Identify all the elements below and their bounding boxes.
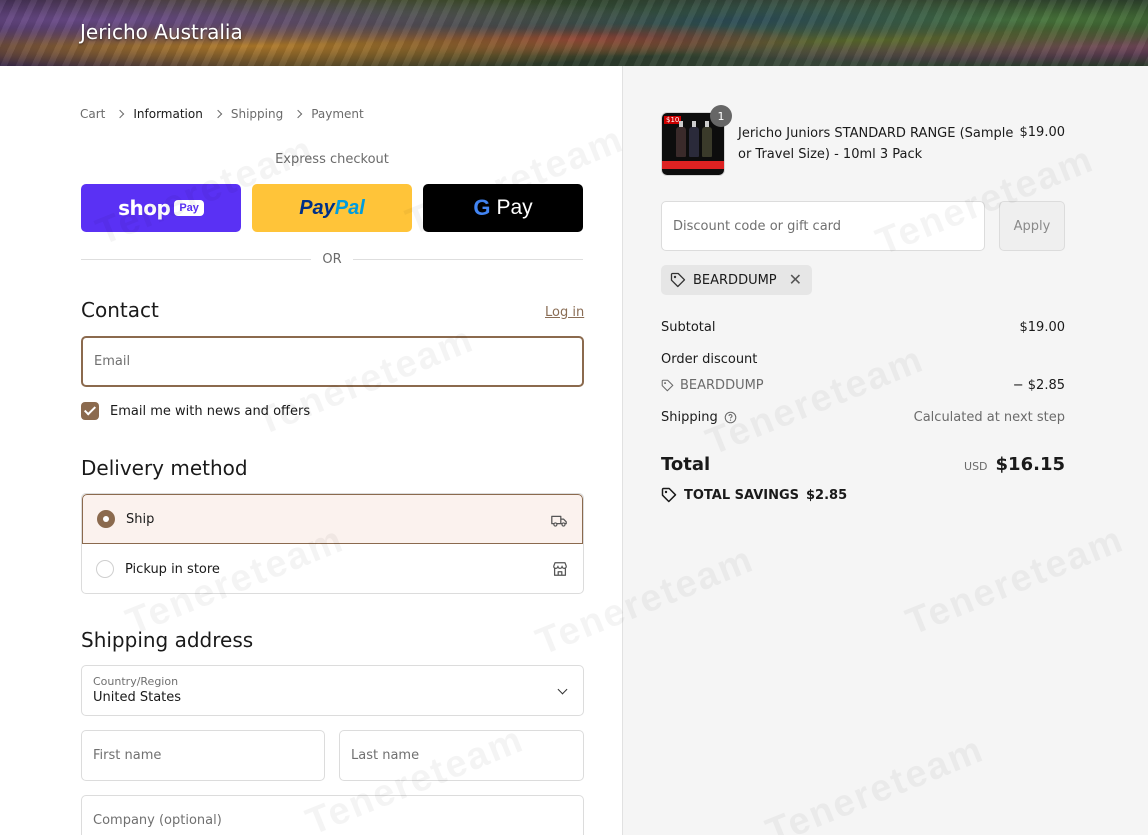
delivery-method-title: Delivery method — [81, 456, 248, 480]
shipping-row: Shipping Calculated at next step — [661, 410, 1065, 425]
tag-icon — [661, 379, 674, 392]
last-name-placeholder: Last name — [351, 748, 420, 763]
shipping-address-title: Shipping address — [81, 628, 254, 652]
newsletter-checkbox[interactable] — [81, 402, 99, 420]
breadcrumb-payment: Payment — [311, 107, 364, 121]
google-pay-button[interactable]: G Pay — [423, 184, 583, 232]
total-row: Total USD $16.15 — [661, 454, 1065, 475]
google-pay-label: Pay — [496, 196, 533, 219]
newsletter-label: Email me with news and offers — [110, 403, 311, 419]
chevron-right-icon — [213, 109, 223, 119]
bottle-image — [689, 121, 699, 157]
google-g-icon: G — [473, 195, 491, 220]
discount-code-label: BEARDDUMP — [680, 378, 764, 393]
or-label: OR — [311, 252, 353, 267]
thumbnail-banner — [662, 161, 724, 169]
paypal-button[interactable]: Pay Pal — [252, 184, 412, 232]
discount-placeholder: Discount code or gift card — [673, 218, 842, 234]
delivery-options: Ship Pickup in store — [81, 493, 584, 594]
total-label: Total — [661, 454, 711, 475]
tag-icon — [670, 272, 686, 288]
subtotal-value: $19.00 — [1019, 320, 1066, 335]
email-placeholder: Email — [94, 354, 131, 369]
chevron-right-icon — [116, 109, 125, 119]
company-field[interactable]: Company (optional) — [81, 795, 584, 835]
last-name-field[interactable]: Last name — [339, 730, 584, 781]
tag-icon — [661, 487, 677, 503]
ship-radio[interactable] — [97, 510, 115, 528]
order-summary-panel — [622, 66, 1148, 835]
applied-code-label: BEARDDUMP — [693, 272, 777, 288]
pickup-label: Pickup in store — [125, 561, 220, 577]
product-name: Jericho Juniors STANDARD RANGE (Sample o… — [738, 126, 1014, 162]
discount-code-row: BEARDDUMP − $2.85 — [661, 378, 1065, 393]
bottle-image — [676, 121, 686, 157]
store-icon — [553, 562, 567, 576]
delivery-option-pickup[interactable]: Pickup in store — [82, 544, 583, 593]
express-checkout-label: Express checkout — [275, 152, 389, 167]
breadcrumb-cart[interactable]: Cart — [80, 107, 105, 121]
truck-icon — [551, 515, 567, 527]
discount-code-group: BEARDDUMP — [661, 378, 1065, 393]
country-value: United States — [93, 690, 182, 705]
shop-pay-logo: shop — [118, 196, 171, 220]
first-name-placeholder: First name — [93, 748, 162, 763]
subtotal-label: Subtotal — [661, 320, 716, 335]
savings-value: $2.85 — [806, 487, 848, 503]
contact-title: Contact — [81, 298, 159, 322]
store-brand[interactable]: Jericho Australia — [80, 20, 243, 44]
currency-code: USD — [964, 460, 988, 473]
pickup-radio[interactable] — [96, 560, 114, 578]
applied-code-chip: BEARDDUMP ✕ — [661, 265, 813, 295]
subtotal-row: Subtotal $19.00 — [661, 320, 1065, 335]
login-link[interactable]: Log in — [545, 305, 584, 320]
delivery-option-ship[interactable]: Ship — [82, 494, 583, 544]
shop-pay-button[interactable]: shop Pay — [81, 184, 241, 232]
paypal-logo-part2: Pal — [334, 196, 365, 219]
first-name-field[interactable]: First name — [81, 730, 325, 781]
chevron-right-icon — [293, 109, 303, 119]
breadcrumb: Cart Information Shipping Payment — [80, 107, 364, 121]
shipping-label-group: Shipping — [661, 410, 737, 425]
order-discount-label: Order discount — [661, 352, 758, 367]
shop-pay-pill: Pay — [174, 200, 204, 216]
quantity-badge: 1 — [710, 105, 732, 127]
country-select[interactable]: Country/Region United States — [81, 665, 584, 716]
discount-code-input[interactable]: Discount code or gift card — [661, 201, 985, 251]
bottle-image — [702, 121, 712, 157]
total-amount-group: USD $16.15 — [964, 454, 1065, 475]
newsletter-option[interactable]: Email me with news and offers — [81, 402, 310, 420]
apply-discount-button[interactable]: Apply — [999, 201, 1065, 251]
shipping-value: Calculated at next step — [913, 410, 1065, 425]
email-field[interactable]: Email — [81, 336, 584, 387]
product-price: $19.00 — [1019, 125, 1066, 140]
ship-label: Ship — [126, 511, 155, 527]
help-icon[interactable] — [724, 411, 737, 424]
paypal-logo-part1: Pay — [299, 196, 335, 219]
company-placeholder: Company (optional) — [93, 813, 222, 828]
breadcrumb-shipping: Shipping — [230, 107, 284, 121]
order-discount-row: Order discount — [661, 352, 1065, 367]
savings-label: TOTAL SAVINGS — [684, 487, 800, 503]
country-label: Country/Region — [93, 675, 179, 688]
total-value: $16.15 — [995, 454, 1065, 475]
breadcrumb-information: Information — [133, 107, 203, 121]
savings-row: TOTAL SAVINGS $2.85 — [661, 487, 847, 503]
remove-code-icon[interactable]: ✕ — [789, 272, 802, 288]
discount-value: − $2.85 — [1012, 378, 1065, 393]
shipping-label: Shipping — [661, 410, 718, 425]
